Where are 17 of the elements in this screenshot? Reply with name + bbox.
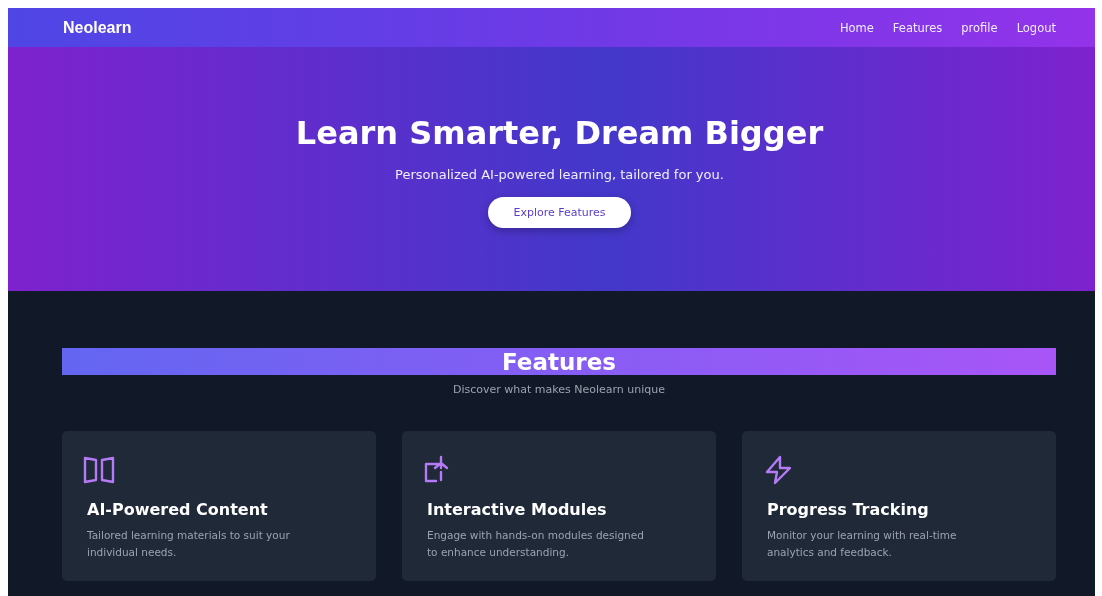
card-description: Tailored learning materials to suit your individual needs. <box>87 528 291 560</box>
nav-link[interactable]: Logout <box>1016 20 1056 35</box>
nav-link[interactable]: Home <box>839 20 874 35</box>
card-description: Monitor your learning with real-time analytics and feedback. <box>767 528 958 560</box>
card-title: Progress Tracking <box>767 500 930 519</box>
features-subtitle: Discover what makes Neolearn unique <box>451 383 667 396</box>
columns-icon <box>82 455 116 485</box>
explore-features-button[interactable]: Explore Features <box>488 197 631 228</box>
card-title: AI-Powered Content <box>87 500 269 519</box>
nav-link[interactable]: profile <box>961 20 998 35</box>
features-heading: Features <box>62 348 1056 375</box>
hero-title: Learn Smarter, Dream Bigger <box>295 113 824 153</box>
logo[interactable]: Neolearn <box>63 18 132 37</box>
card-title: Interactive Modules <box>427 500 608 519</box>
hero-subtitle: Personalized AI-powered learning, tailored for you. <box>395 167 724 182</box>
card-description: Engage with hands-on modules designed to enhance understanding. <box>427 528 645 560</box>
nav-link[interactable]: Features <box>892 20 943 35</box>
